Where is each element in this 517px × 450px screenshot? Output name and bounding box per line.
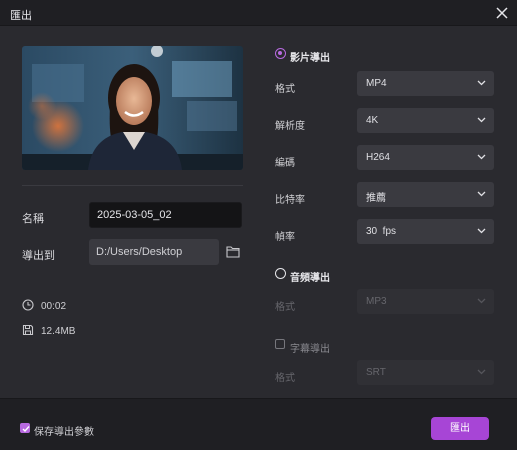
- file-size-value: 12.4MB: [41, 326, 76, 337]
- bitrate-label: 比特率: [275, 195, 305, 206]
- format-select[interactable]: MP4: [357, 71, 494, 96]
- audio-format-label: 格式: [275, 302, 295, 313]
- audio-format-value: MP3: [366, 296, 387, 307]
- chevron-down-icon: [477, 191, 486, 197]
- save-params-checkbox[interactable]: [20, 423, 30, 433]
- export-path-field[interactable]: D:/Users/Desktop: [89, 239, 219, 265]
- duration-value: 00:02: [41, 301, 67, 312]
- save-params-label: 保存導出參數: [34, 427, 94, 438]
- clock-icon: [22, 299, 34, 311]
- export-dialog-body: 名稱 導出到 D:/Users/Desktop 00:02 12.4MB 影片導…: [0, 26, 517, 398]
- name-label: 名稱: [22, 213, 44, 225]
- codec-select[interactable]: H264: [357, 145, 494, 170]
- chevron-down-icon: [477, 369, 486, 375]
- chevron-down-icon: [477, 80, 486, 86]
- export-to-label: 導出到: [22, 250, 55, 262]
- checkmark-icon: [22, 426, 30, 433]
- subtitle-export-title: 字幕導出: [290, 344, 330, 355]
- framerate-label: 幀率: [275, 232, 295, 243]
- title-bar: 匯出: [0, 0, 517, 26]
- subtitle-format-select[interactable]: SRT: [357, 360, 494, 385]
- close-icon[interactable]: [493, 4, 511, 22]
- framerate-value: 30 fps: [366, 226, 397, 237]
- codec-value: H264: [366, 152, 390, 163]
- export-button[interactable]: 匯出: [431, 417, 489, 440]
- subtitle-format-label: 格式: [275, 373, 295, 384]
- window-title: 匯出: [10, 10, 32, 22]
- bitrate-select[interactable]: 推薦: [357, 182, 494, 207]
- video-export-radio[interactable]: [275, 48, 286, 59]
- divider: [22, 185, 243, 186]
- chevron-down-icon: [477, 298, 486, 304]
- video-preview-thumbnail: [22, 46, 243, 170]
- chevron-down-icon: [477, 154, 486, 160]
- audio-export-title: 音頻導出: [290, 273, 330, 284]
- chevron-down-icon: [477, 117, 486, 123]
- dialog-footer: 保存導出參數 匯出: [0, 398, 517, 450]
- save-disk-icon: [22, 324, 34, 336]
- folder-icon[interactable]: [226, 245, 240, 258]
- resolution-value: 4K: [366, 115, 379, 126]
- subtitle-format-value: SRT: [366, 367, 386, 378]
- bitrate-value: 推薦: [366, 193, 386, 204]
- video-export-title: 影片導出: [290, 53, 330, 64]
- resolution-select[interactable]: 4K: [357, 108, 494, 133]
- framerate-select[interactable]: 30 fps: [357, 219, 494, 244]
- audio-export-radio[interactable]: [275, 268, 286, 279]
- format-label: 格式: [275, 84, 295, 95]
- codec-label: 編碼: [275, 158, 295, 169]
- subtitle-export-checkbox[interactable]: [275, 339, 285, 349]
- file-name-input[interactable]: [89, 202, 242, 228]
- chevron-down-icon: [477, 228, 486, 234]
- resolution-label: 解析度: [275, 121, 305, 132]
- audio-format-select[interactable]: MP3: [357, 289, 494, 314]
- format-value: MP4: [366, 78, 387, 89]
